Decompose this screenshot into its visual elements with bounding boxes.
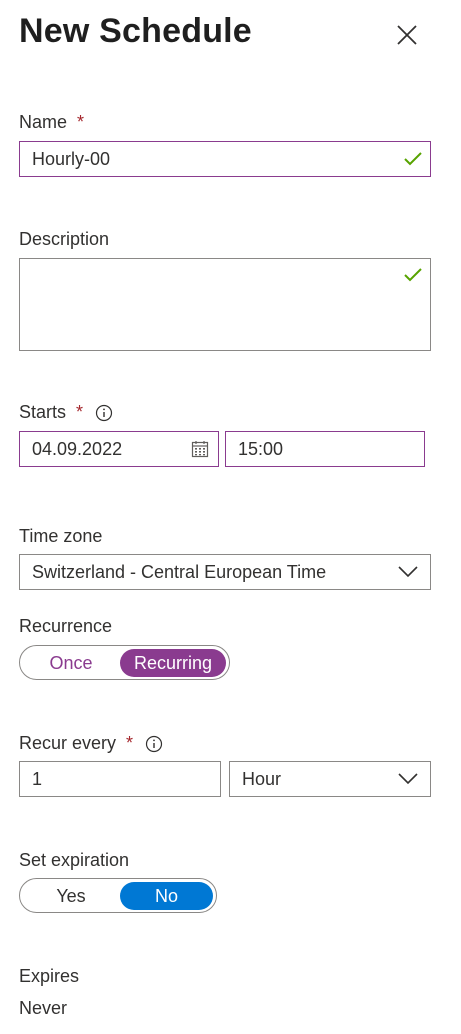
chevron-down-icon [398,773,418,785]
time-zone-dropdown[interactable]: Switzerland - Central European Time [19,554,431,590]
starts-label-text: Starts [19,402,67,422]
required-mark: * [76,402,84,422]
expires-value: Never [19,998,68,1018]
name-input[interactable]: Hourly-00 [19,141,431,177]
set-expiration-label-text: Set expiration [19,850,130,870]
name-input-value: Hourly-00 [32,148,111,169]
set-expiration-label: Set expiration [19,850,129,871]
name-label: Name * [19,112,84,133]
recur-interval-value: 1 [32,768,43,789]
recurrence-label-text: Recurrence [19,616,113,636]
expiration-option-no[interactable]: No [120,882,213,910]
description-label: Description [19,229,109,250]
recur-unit-value: Hour [242,768,282,789]
info-icon[interactable] [145,735,163,753]
check-icon [404,268,422,282]
start-time-input[interactable]: 15:00 [225,431,425,467]
start-date-input[interactable]: 04.09.2022 [19,431,219,467]
recur-every-label-text: Recur every [19,733,117,753]
name-label-text: Name [19,112,68,132]
set-expiration-toggle[interactable]: Yes No [19,878,217,913]
recurrence-option-once[interactable]: Once [23,649,119,677]
recur-every-label: Recur every * [19,733,163,754]
calendar-icon[interactable] [191,440,209,458]
recur-interval-input[interactable]: 1 [19,761,221,797]
starts-label: Starts * [19,402,113,423]
time-zone-label-text: Time zone [19,526,103,546]
start-date-value: 04.09.2022 [32,438,123,459]
page-title: New Schedule [19,12,252,50]
time-zone-label: Time zone [19,526,102,547]
recurrence-option-recurring[interactable]: Recurring [120,649,226,677]
description-textarea[interactable] [19,258,431,351]
expiration-option-yes[interactable]: Yes [23,882,119,910]
start-time-value: 15:00 [238,438,284,459]
info-icon[interactable] [95,404,113,422]
close-icon[interactable] [394,22,420,48]
recurrence-toggle[interactable]: Once Recurring [19,645,230,680]
recurrence-label: Recurrence [19,616,112,637]
time-zone-value: Switzerland - Central European Time [32,561,327,582]
description-label-text: Description [19,229,110,249]
check-icon [404,152,422,166]
chevron-down-icon [398,566,418,578]
required-mark: * [77,112,85,132]
new-schedule-panel: New Schedule Name * Hourly-00 Descriptio… [0,0,461,1034]
required-mark: * [126,733,134,753]
expires-label: Expires [19,966,80,986]
